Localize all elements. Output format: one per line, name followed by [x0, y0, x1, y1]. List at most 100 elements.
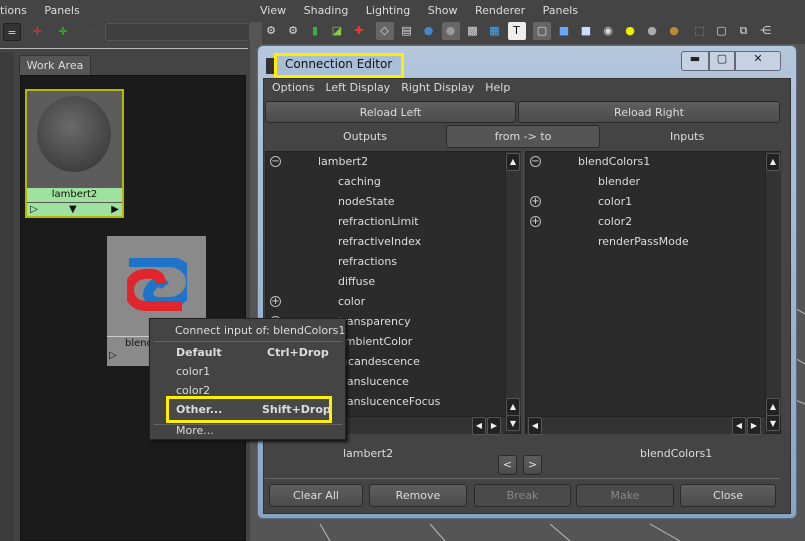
menu-right-display[interactable]: Right Display	[401, 81, 474, 94]
scroll-down-button[interactable]: ▼	[766, 415, 780, 431]
scroll-left-button[interactable]: ◀	[472, 417, 486, 435]
film-gate-icon[interactable]: ▤	[398, 22, 416, 40]
node-ports[interactable]: ▷ ▼ ▶	[27, 202, 122, 216]
scroll-left-button[interactable]: ◀	[528, 417, 542, 435]
blendcolors-icon	[127, 258, 187, 311]
list-item[interactable]: refractiveIndex	[338, 232, 421, 252]
frame-selected-icon[interactable]: ✛	[54, 23, 72, 41]
camera-attr-icon[interactable]: ⚙	[284, 22, 302, 40]
close-window-button[interactable]: ✕	[735, 51, 781, 71]
smooth-shade-icon[interactable]: ●	[420, 22, 438, 40]
menu-options[interactable]: Options	[272, 81, 314, 94]
list-item[interactable]: color1	[598, 192, 632, 212]
tab-work-area[interactable]: Work Area	[19, 55, 91, 75]
list-item[interactable]: caching	[338, 172, 381, 192]
maximize-button[interactable]: ▢	[709, 51, 735, 71]
next-button[interactable]: >	[523, 455, 542, 475]
list-item[interactable]: translucenceFocus	[338, 392, 440, 412]
scroll-up-button[interactable]: ▲	[766, 398, 780, 416]
frame-all-icon[interactable]: ✛	[29, 23, 47, 41]
flat-shade-icon[interactable]: ●	[441, 22, 460, 40]
list-item[interactable]: ambientColor	[338, 332, 412, 352]
wireframe-icon[interactable]: ◇	[375, 22, 394, 40]
sphere-icon[interactable]: ●	[643, 22, 661, 40]
menu-item-other[interactable]: Other... Shift+Drop	[166, 396, 332, 423]
reload-left-button[interactable]: Reload Left	[265, 101, 516, 123]
menu-panels[interactable]: Panels	[543, 4, 578, 17]
break-button[interactable]: Break	[474, 484, 571, 507]
select-icon[interactable]: ⬚	[691, 22, 709, 40]
menu-show[interactable]: Show	[428, 4, 458, 17]
expand-icon[interactable]: +	[270, 296, 281, 307]
image-plane-icon[interactable]: ◪	[328, 22, 346, 40]
prev-button[interactable]: <	[498, 455, 517, 475]
list-item[interactable]: renderPassMode	[598, 232, 689, 252]
list-item[interactable]: lambert2	[318, 152, 368, 172]
list-item[interactable]: color2	[598, 212, 632, 232]
bookmark-icon[interactable]: ▮	[306, 22, 324, 40]
list-item[interactable]: blendColors1	[578, 152, 650, 172]
shaded-cube-icon[interactable]: ■	[555, 22, 573, 40]
scroll-up-button[interactable]: ▲	[766, 153, 780, 171]
scroll-left-button[interactable]: ◀	[732, 417, 746, 435]
list-item[interactable]: incandescence	[338, 352, 420, 372]
search-field[interactable]	[105, 23, 250, 41]
collapse-icon[interactable]: −	[530, 156, 541, 167]
horizontal-scrollbar[interactable]	[526, 416, 765, 434]
expand-icon[interactable]: +	[530, 196, 541, 207]
list-item[interactable]: nodeState	[338, 192, 395, 212]
share-icon[interactable]: ⋲	[757, 22, 775, 40]
list-item[interactable]: translucence	[338, 372, 409, 392]
gold-sphere-icon[interactable]: ●	[665, 22, 683, 40]
isolate-icon[interactable]: ▢	[713, 22, 731, 40]
make-button[interactable]: Make	[576, 484, 674, 507]
menu-item-default[interactable]: Default Ctrl+Drop	[150, 344, 345, 362]
scroll-up-button[interactable]: ▲	[506, 153, 520, 171]
menu-shading[interactable]: Shading	[304, 4, 349, 17]
collapse-icon[interactable]: −	[270, 156, 281, 167]
scroll-right-button[interactable]: ▶	[487, 417, 501, 435]
expand-icon[interactable]: +	[530, 216, 541, 227]
text-icon[interactable]: T	[507, 22, 526, 40]
scroll-right-button[interactable]: ▶	[747, 417, 761, 435]
vertical-scrollbar[interactable]	[765, 152, 781, 416]
list-item[interactable]: diffuse	[338, 272, 375, 292]
list-item[interactable]: refractionLimit	[338, 212, 419, 232]
list-item[interactable]: transparency	[338, 312, 411, 332]
scroll-down-button[interactable]: ▼	[506, 415, 520, 431]
list-item[interactable]: color	[338, 292, 365, 312]
textured-icon[interactable]: ▦	[486, 22, 504, 40]
menu-renderer[interactable]: Renderer	[475, 4, 525, 17]
minimize-button[interactable]: ▬	[681, 51, 709, 71]
remove-button[interactable]: Remove	[369, 484, 467, 507]
close-button[interactable]: Close	[680, 484, 776, 507]
list-item[interactable]: refractions	[338, 252, 397, 272]
clear-all-button[interactable]: Clear All	[269, 484, 363, 507]
menu-options[interactable]: tions	[0, 4, 27, 17]
xray-joints-icon[interactable]: ⧉	[735, 22, 753, 40]
wire-cube-icon[interactable]: ▢	[533, 22, 551, 40]
menu-lighting[interactable]: Lighting	[366, 4, 410, 17]
reload-right-button[interactable]: Reload Right	[518, 101, 780, 123]
inputs-list[interactable]: − blendColors1 blender + color1 + color2 render…	[525, 151, 781, 435]
toggle-icon[interactable]: ▷	[80, 23, 98, 41]
light-icon[interactable]: ●	[621, 22, 639, 40]
list-item[interactable]: blender	[598, 172, 640, 192]
camera-icon[interactable]: ⚙	[262, 22, 280, 40]
menu-help[interactable]: Help	[485, 81, 510, 94]
vertical-scrollbar[interactable]	[505, 152, 521, 416]
node-port-arrow[interactable]: ▷	[109, 350, 117, 361]
from-to-button[interactable]: from -> to	[446, 125, 600, 148]
grid-icon[interactable]: ✚	[350, 22, 368, 40]
xray-icon[interactable]: ▩	[464, 22, 482, 40]
menu-view[interactable]: View	[260, 4, 286, 17]
scroll-up-button[interactable]: ▲	[506, 398, 520, 416]
menu-panels[interactable]: Panels	[44, 4, 79, 17]
node-lambert2[interactable]: lambert2 ▷ ▼ ▶	[25, 89, 124, 218]
menu-item-color1[interactable]: color1	[150, 363, 345, 381]
graph-layout-icon[interactable]: =	[3, 23, 21, 41]
checker-icon[interactable]: ◉	[599, 22, 617, 40]
menu-item-more[interactable]: More...	[150, 423, 345, 439]
cube-icon[interactable]: ■	[577, 22, 595, 40]
menu-left-display[interactable]: Left Display	[325, 81, 390, 94]
